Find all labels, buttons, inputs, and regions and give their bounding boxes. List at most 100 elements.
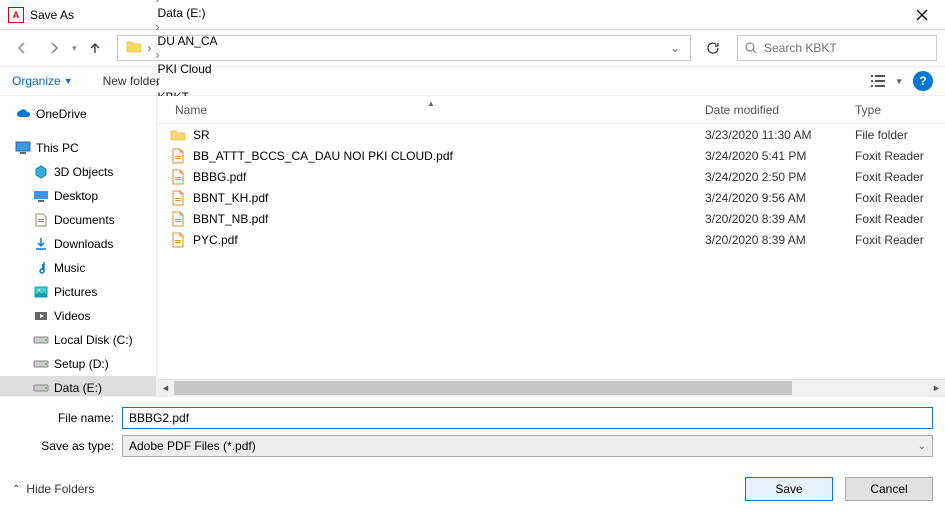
help-button[interactable]: ?	[913, 71, 933, 91]
navitem-label: Downloads	[54, 237, 113, 251]
file-date: 3/24/2020 2:50 PM	[705, 170, 855, 184]
navitem-label: Music	[54, 261, 85, 275]
nav-item-icon	[32, 261, 50, 275]
nav-item-icon	[32, 358, 50, 370]
arrow-left-icon	[15, 41, 29, 55]
breadcrumb-pki-cloud[interactable]: PKI Cloud	[154, 62, 222, 76]
file-row[interactable]: BBNT_NB.pdf 3/20/2020 8:39 AMFoxit Reader	[157, 208, 945, 229]
navitem-3d-objects[interactable]: 3D Objects	[0, 160, 156, 184]
navitem-label: Pictures	[54, 285, 97, 299]
search-icon	[744, 41, 758, 55]
file-type: File folder	[855, 128, 945, 142]
column-name[interactable]: ▲ Name	[157, 103, 705, 117]
file-type: Foxit Reader	[855, 170, 945, 184]
address-dropdown[interactable]: ⌄	[664, 41, 686, 55]
nav-item-icon	[32, 382, 50, 394]
search-input[interactable]	[764, 41, 930, 55]
file-row[interactable]: BBNT_KH.pdf3/24/2020 9:56 AMFoxit Reader	[157, 187, 945, 208]
navitem-label: This PC	[36, 141, 79, 155]
file-name-input[interactable]	[122, 407, 933, 429]
pdf-icon	[169, 190, 187, 206]
navitem-label: Data (E:)	[54, 381, 102, 395]
arrow-right-icon	[47, 41, 61, 55]
file-date: 3/23/2020 11:30 AM	[705, 128, 855, 142]
nav-item-icon	[32, 190, 50, 202]
file-name: BBNT_KH.pdf	[193, 191, 268, 205]
back-button[interactable]	[8, 34, 36, 62]
file-row[interactable]: PYC.pdf3/20/2020 8:39 AMFoxit Reader	[157, 229, 945, 250]
file-date: 3/20/2020 8:39 AM	[705, 233, 855, 247]
navitem-onedrive[interactable]: OneDrive	[0, 102, 156, 126]
file-name: BBNT_NB.pdf	[193, 212, 268, 226]
file-name: BB_ATTT_BCCS_CA_DAU NOI PKI CLOUD.pdf	[193, 149, 453, 163]
file-name: BBBG.pdf	[193, 170, 246, 184]
chevron-right-icon: ›	[146, 41, 154, 55]
navitem-local-disk-c-[interactable]: Local Disk (C:)	[0, 328, 156, 352]
save-as-type-select[interactable]: Adobe PDF Files (*.pdf) ⌄	[122, 435, 933, 457]
file-name: SR	[193, 128, 210, 142]
navitem-label: Local Disk (C:)	[54, 333, 133, 347]
scroll-left-button[interactable]: ◄	[157, 380, 174, 397]
file-type: Foxit Reader	[855, 212, 945, 226]
address-bar[interactable]: › This PC›Data (E:)›DU AN_CA›PKI Cloud›K…	[117, 35, 691, 61]
scroll-thumb[interactable]	[174, 381, 792, 395]
hide-folders-label: Hide Folders	[26, 482, 94, 496]
navitem-label: Videos	[54, 309, 90, 323]
organize-label: Organize	[12, 74, 61, 88]
navitem-label: Documents	[54, 213, 115, 227]
file-row[interactable]: BB_ATTT_BCCS_CA_DAU NOI PKI CLOUD.pdf3/2…	[157, 145, 945, 166]
nav-item-icon	[32, 310, 50, 322]
navitem-label: Desktop	[54, 189, 98, 203]
view-button[interactable]: ▼	[870, 73, 903, 89]
navitem-setup-d-[interactable]: Setup (D:)	[0, 352, 156, 376]
chevron-right-icon: ›	[154, 20, 162, 34]
save-form: File name: Save as type: Adobe PDF Files…	[0, 396, 945, 467]
chevron-up-icon: ⌃	[12, 484, 20, 495]
chevron-right-icon: ›	[154, 48, 162, 62]
file-date: 3/20/2020 8:39 AM	[705, 212, 855, 226]
breadcrumb-data-e-[interactable]: Data (E:)	[154, 6, 222, 20]
close-button[interactable]	[899, 0, 945, 30]
scroll-track[interactable]	[174, 380, 928, 397]
navitem-pictures[interactable]: Pictures	[0, 280, 156, 304]
file-row[interactable]: BBBG.pdf 3/24/2020 2:50 PMFoxit Reader	[157, 166, 945, 187]
refresh-button[interactable]	[699, 35, 727, 61]
pdf-icon	[169, 232, 187, 248]
column-date[interactable]: Date modified	[705, 103, 855, 117]
up-button[interactable]	[81, 34, 109, 62]
forward-button[interactable]	[40, 34, 68, 62]
navitem-desktop[interactable]: Desktop	[0, 184, 156, 208]
onedrive-icon	[14, 108, 32, 120]
navitem-thispc[interactable]: This PC	[0, 136, 156, 160]
column-type[interactable]: Type	[855, 103, 945, 117]
hide-folders-button[interactable]: ⌃ Hide Folders	[12, 482, 94, 496]
scroll-right-button[interactable]: ►	[928, 380, 945, 397]
nav-item-icon	[32, 165, 50, 179]
save-as-type-value: Adobe PDF Files (*.pdf)	[129, 439, 256, 453]
new-folder-button[interactable]: New folder	[103, 74, 160, 88]
file-name: PYC.pdf	[193, 233, 238, 247]
horizontal-scrollbar[interactable]: ◄ ►	[157, 379, 945, 396]
navitem-data-e-[interactable]: Data (E:)	[0, 376, 156, 396]
recent-dropdown[interactable]: ▾	[72, 43, 77, 54]
nav-item-icon	[32, 237, 50, 251]
organize-button[interactable]: Organize ▼	[12, 74, 73, 88]
navitem-videos[interactable]: Videos	[0, 304, 156, 328]
refresh-icon	[706, 41, 720, 55]
footer: ⌃ Hide Folders Save Cancel	[0, 467, 945, 511]
file-date: 3/24/2020 9:56 AM	[705, 191, 855, 205]
folder-icon	[126, 39, 142, 58]
navigation-pane: OneDrive This PC 3D Objects Desktop Docume…	[0, 96, 157, 396]
save-button[interactable]: Save	[745, 477, 833, 501]
nav-item-icon	[32, 334, 50, 346]
folder-icon	[169, 128, 187, 142]
file-list: ▲ Name Date modified Type SR 3/23/2020 11…	[157, 96, 945, 396]
navitem-downloads[interactable]: Downloads	[0, 232, 156, 256]
chevron-down-icon: ⌄	[918, 441, 926, 452]
cancel-button[interactable]: Cancel	[845, 477, 933, 501]
search-box[interactable]	[737, 35, 937, 61]
navitem-documents[interactable]: Documents	[0, 208, 156, 232]
navitem-music[interactable]: Music	[0, 256, 156, 280]
breadcrumb-du-an_ca[interactable]: DU AN_CA	[154, 34, 222, 48]
file-row[interactable]: SR 3/23/2020 11:30 AMFile folder	[157, 124, 945, 145]
